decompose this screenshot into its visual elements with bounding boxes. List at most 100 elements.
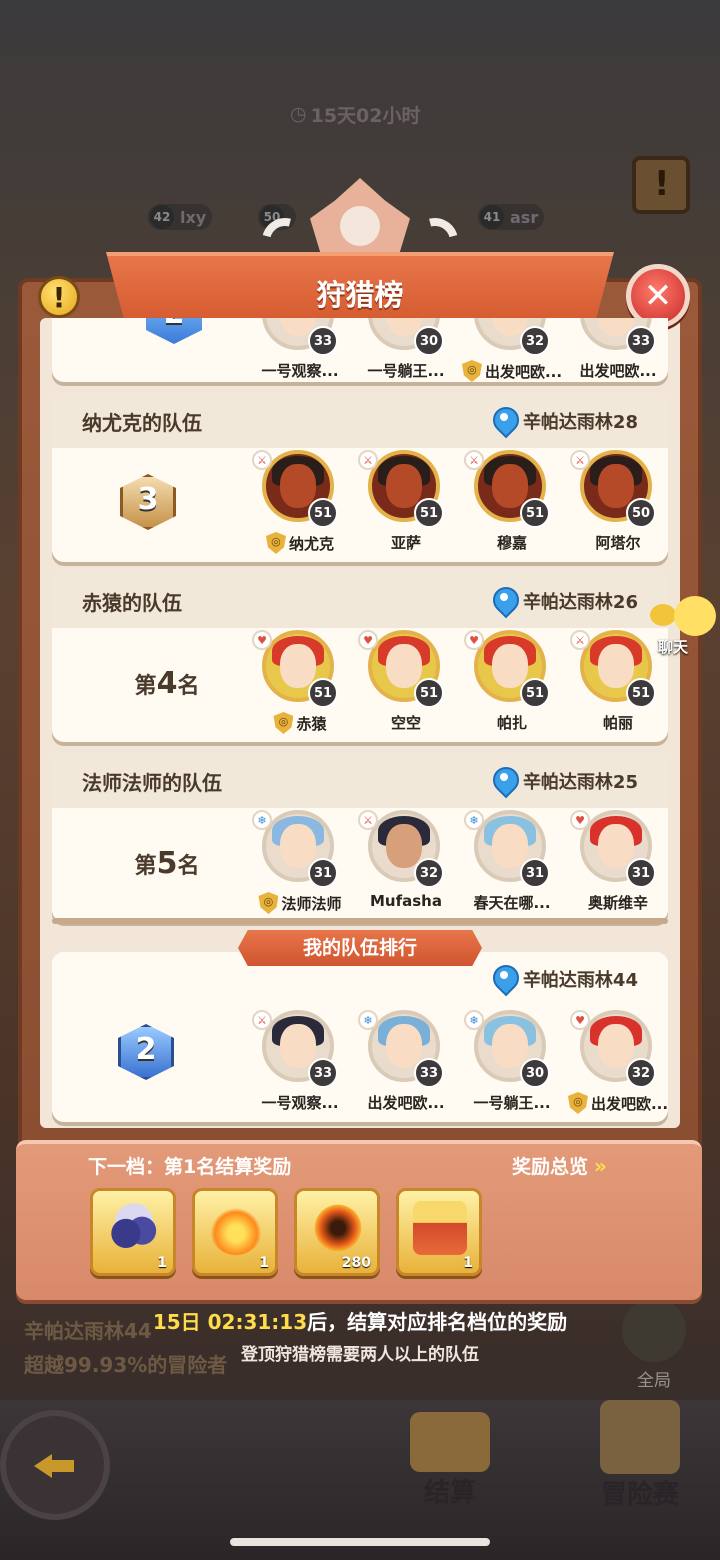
global-label[interactable]: 全局 <box>622 1366 686 1391</box>
member-avatar[interactable]: ⚔ 51 穆嘉 <box>460 450 566 560</box>
chat-bubble-icon <box>650 604 676 626</box>
chat-button[interactable]: 聊天 <box>650 592 720 662</box>
help-button[interactable]: ! <box>38 276 80 318</box>
team-location: 辛帕达雨林44 <box>493 965 638 993</box>
member-avatar[interactable]: ⚔ 51 亚萨 <box>354 450 460 560</box>
team-card[interactable]: 2 33一号观察... 30一号躺王... 32◎出发吧欧... 33出发吧欧.… <box>52 318 668 382</box>
team-card[interactable]: 纳尤克的队伍 辛帕达雨林28 3 ⚔ 51 ◎ 纳尤克 ⚔ 51 亚萨 ⚔ 51 穆嘉 ⚔ 50… <box>52 394 668 562</box>
team-name: 赤猿的队伍 <box>82 590 182 615</box>
member-avatar[interactable]: ♥ 51 空空 <box>354 630 460 740</box>
my-team-card[interactable]: 辛帕达雨林44 2 ⚔ 33 一号观察... ❄ 33 出发吧欧... ❄ 30 一号躺王.… <box>52 952 668 1122</box>
role-icon: ⚔ <box>252 1010 272 1030</box>
role-icon: ❄ <box>464 810 484 830</box>
quest-scroll-icon[interactable] <box>632 156 690 214</box>
my-team-banner: 我的队伍排行 <box>238 930 482 966</box>
bg-player-chip: 42 lxy <box>148 204 213 230</box>
role-icon: ⚔ <box>570 630 590 650</box>
team-header: 纳尤克的队伍 辛帕达雨林28 <box>52 394 668 448</box>
treasure-chest-icon <box>413 1201 467 1255</box>
location-pin-icon <box>493 965 515 993</box>
role-icon: ⚔ <box>464 450 484 470</box>
smiley-icon <box>674 596 716 636</box>
role-icon: ⚔ <box>358 810 378 830</box>
reward-overview-link[interactable]: 奖励总览» <box>512 1152 607 1179</box>
member-avatar[interactable]: ♥ 51 ◎ 赤猿 <box>248 630 354 740</box>
role-icon: ♥ <box>358 630 378 650</box>
rank-badge: 2 <box>114 1024 178 1082</box>
member-avatar[interactable]: ⚔ 33 一号观察... <box>248 1010 354 1120</box>
reward-item[interactable]: 280 <box>294 1188 380 1276</box>
location-pin-icon <box>493 407 515 435</box>
location-pin-icon <box>493 767 515 795</box>
team-location: 辛帕达雨林25 <box>493 767 638 795</box>
member-avatar[interactable]: ❄ 31 ◎ 法师法师 <box>248 810 354 920</box>
fire-orb-icon <box>311 1201 365 1255</box>
role-icon: ♥ <box>252 630 272 650</box>
team-location: 辛帕达雨林26 <box>493 587 638 615</box>
member-avatar[interactable]: ♥ 51 帕扎 <box>460 630 566 740</box>
leader-shield-icon: ◎ <box>567 1092 588 1114</box>
bg-player-chip: 41 asr <box>478 204 545 230</box>
rank-label: 第5名 <box>134 846 200 881</box>
rank-badge: 3 <box>116 474 180 532</box>
member-avatar[interactable]: 30 一号躺王... <box>354 318 460 382</box>
role-icon: ❄ <box>464 1010 484 1030</box>
role-icon: ⚔ <box>570 450 590 470</box>
member-avatar[interactable]: ❄ 31 春天在哪... <box>460 810 566 920</box>
divider <box>52 918 668 924</box>
team-card[interactable]: 赤猿的队伍 辛帕达雨林26 第4名 ♥ 51 ◎ 赤猿 ♥ 51 空空 ♥ 51 帕扎 ⚔ 51… <box>52 574 668 742</box>
settle-icon[interactable] <box>410 1412 490 1472</box>
exclamation-icon: ! <box>52 280 66 314</box>
member-avatar[interactable]: ♥ 31 奥斯维辛 <box>566 810 672 920</box>
rank-badge: 2 <box>142 318 206 346</box>
team-name: 纳尤克的队伍 <box>82 410 202 435</box>
adventure-button-label[interactable]: 冒险赛 <box>590 1474 690 1511</box>
reward-item[interactable]: 1 <box>90 1188 176 1276</box>
adventure-map-icon[interactable] <box>600 1400 680 1474</box>
team-members: ❄ 31 ◎ 法师法师 ⚔ 32 Mufasha ❄ 31 春天在哪... ♥ 31 奥斯维辛 <box>248 810 672 920</box>
double-chevron-icon: » <box>594 1154 607 1178</box>
requirement-note: 登顶狩猎榜需要两人以上的队伍 <box>241 1345 479 1365</box>
reward-item[interactable]: 1 <box>192 1188 278 1276</box>
team-members: ♥ 51 ◎ 赤猿 ♥ 51 空空 ♥ 51 帕扎 ⚔ 51 帕丽 <box>248 630 672 740</box>
member-avatar[interactable]: ⚔ 51 ◎ 纳尤克 <box>248 450 354 560</box>
leader-shield-icon: ◎ <box>273 712 294 734</box>
reward-items: 1 1 280 1 <box>90 1188 482 1276</box>
leader-shield-icon: ◎ <box>461 360 482 382</box>
season-timer: ◷ 15天02小时 <box>290 103 421 127</box>
location-pin-icon <box>493 587 515 615</box>
member-avatar[interactable]: ⚔ 32 Mufasha <box>354 810 460 920</box>
team-card[interactable]: 法师法师的队伍 辛帕达雨林25 第5名 ❄ 31 ◎ 法师法师 ⚔ 32 Mufasha … <box>52 754 668 922</box>
flame-icon <box>209 1201 263 1255</box>
team-members: ⚔ 51 ◎ 纳尤克 ⚔ 51 亚萨 ⚔ 51 穆嘉 ⚔ 50 阿塔尔 <box>248 450 672 560</box>
member-avatar[interactable]: 33 一号观察... <box>248 318 354 382</box>
team-header: 赤猿的队伍 辛帕达雨林26 <box>52 574 668 628</box>
back-button[interactable] <box>0 1410 110 1520</box>
leader-shield-icon: ◎ <box>265 532 286 554</box>
reward-title: 下一档：第1名结算奖励 <box>88 1156 292 1178</box>
member-avatar[interactable]: ♥ 32 ◎ 出发吧欧... <box>566 1010 672 1120</box>
rank-label: 第4名 <box>134 666 200 701</box>
member-avatar[interactable]: 33 出发吧欧... <box>566 318 668 382</box>
member-avatar[interactable]: ⚔ 50 阿塔尔 <box>566 450 672 560</box>
reward-item[interactable]: 1 <box>396 1188 482 1276</box>
role-icon: ♥ <box>464 630 484 650</box>
home-indicator[interactable] <box>230 1538 490 1546</box>
member-avatar[interactable]: 32 ◎ 出发吧欧... <box>460 318 566 382</box>
clock-icon: ◷ <box>290 103 307 125</box>
role-icon: ❄ <box>252 810 272 830</box>
role-icon: ⚔ <box>358 450 378 470</box>
member-avatar[interactable]: ❄ 30 一号躺王... <box>460 1010 566 1120</box>
role-icon: ♥ <box>570 1010 590 1030</box>
settle-button-label[interactable]: 结算 <box>410 1472 490 1509</box>
team-header: 法师法师的队伍 辛帕达雨林25 <box>52 754 668 808</box>
role-icon: ⚔ <box>252 450 272 470</box>
dialog-title: 狩猎榜 <box>316 278 404 312</box>
member-avatar[interactable]: ❄ 33 出发吧欧... <box>354 1010 460 1120</box>
team-members: 33 一号观察... 30 一号躺王... 32 ◎ 出发吧欧... 33 出发吧欧... <box>248 318 668 382</box>
role-icon: ❄ <box>358 1010 378 1030</box>
team-members: ⚔ 33 一号观察... ❄ 33 出发吧欧... ❄ 30 一号躺王... ♥ 32 ◎ 出发吧… <box>248 1010 672 1120</box>
leader-shield-icon: ◎ <box>258 892 279 914</box>
role-icon: ♥ <box>570 810 590 830</box>
team-location: 辛帕达雨林28 <box>493 407 638 435</box>
